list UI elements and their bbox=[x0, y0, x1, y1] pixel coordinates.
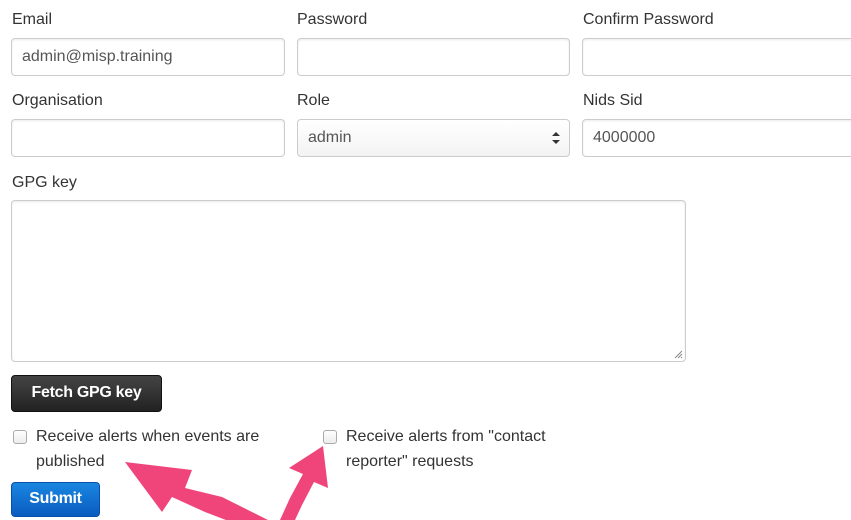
submit-button[interactable]: Submit bbox=[11, 482, 100, 517]
email-field[interactable]: admin@misp.training bbox=[11, 38, 285, 76]
fetch-gpg-key-button[interactable]: Fetch GPG key bbox=[11, 375, 162, 412]
updown-chevron-icon bbox=[552, 132, 560, 144]
confirm-password-field[interactable] bbox=[582, 38, 851, 76]
add-user-form: Email admin@misp.training Password Confi… bbox=[0, 0, 851, 520]
resize-grip-icon[interactable] bbox=[673, 349, 683, 359]
alert-events-label-line1: Receive alerts when events are bbox=[36, 428, 260, 445]
role-label: Role bbox=[297, 92, 330, 109]
gpg-key-label: GPG key bbox=[12, 174, 77, 191]
email-label: Email bbox=[12, 11, 53, 28]
alert-events-checkbox[interactable] bbox=[13, 430, 27, 444]
alert-contact-label-line2: reporter" requests bbox=[346, 453, 474, 470]
organisation-field[interactable] bbox=[11, 119, 285, 157]
nids-sid-field[interactable]: 4000000 bbox=[582, 119, 851, 157]
password-field[interactable] bbox=[297, 38, 570, 76]
alert-contact-checkbox[interactable] bbox=[323, 430, 337, 444]
nids-sid-label: Nids Sid bbox=[583, 92, 643, 109]
arrow-annotation-icon bbox=[280, 446, 328, 520]
alert-events-label: Receive alerts when events are published bbox=[36, 424, 259, 474]
gpg-key-textarea[interactable] bbox=[11, 200, 686, 362]
alert-events-label-line2: published bbox=[36, 453, 105, 470]
password-label: Password bbox=[297, 11, 368, 28]
alert-contact-label: Receive alerts from "contact reporter" r… bbox=[346, 424, 546, 474]
organisation-label: Organisation bbox=[12, 92, 103, 109]
role-select-value: admin bbox=[308, 129, 352, 146]
role-select[interactable]: admin bbox=[297, 119, 570, 157]
confirm-password-label: Confirm Password bbox=[583, 11, 714, 28]
alert-contact-label-line1: Receive alerts from "contact bbox=[346, 428, 546, 445]
